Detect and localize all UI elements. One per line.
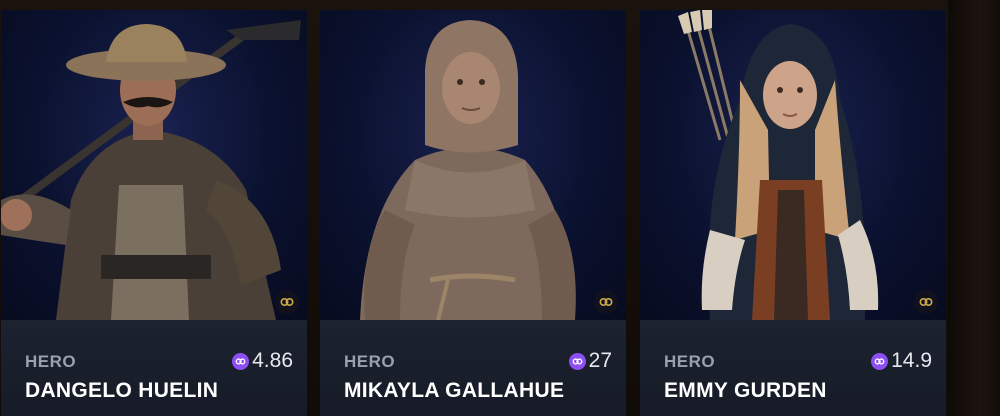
hero-name[interactable]: EMMY GURDEN xyxy=(664,379,827,403)
hero-card[interactable]: HERO 27 MIKAYLA GALLAHUE xyxy=(320,10,626,416)
hero-portrait-image xyxy=(1,10,307,320)
hero-card[interactable]: HERO 4.86 DANGELO HUELIN xyxy=(1,10,307,416)
chain-icon xyxy=(594,290,618,314)
hero-card[interactable]: HERO 14.9 EMMY GURDEN xyxy=(640,10,946,416)
hero-card-info: HERO 4.86 DANGELO HUELIN xyxy=(1,320,307,416)
hero-name[interactable]: DANGELO HUELIN xyxy=(25,379,218,403)
chain-icon xyxy=(914,290,938,314)
hero-portrait-image xyxy=(640,10,946,320)
polygon-matic-icon xyxy=(568,352,586,370)
hero-price-value: 4.86 xyxy=(252,349,293,372)
polygon-matic-icon xyxy=(232,352,250,370)
hero-portrait-image xyxy=(320,10,626,320)
hero-role-label: HERO xyxy=(344,352,396,371)
hero-price: 14.9 xyxy=(871,349,932,373)
chain-icon xyxy=(275,290,299,314)
hero-card-info: HERO 14.9 EMMY GURDEN xyxy=(640,320,946,416)
hero-role-label: HERO xyxy=(664,352,716,371)
hero-role-label: HERO xyxy=(25,352,77,371)
hero-marketplace-row: HERO 4.86 DANGELO HUELIN HERO 27 MIKAYLA… xyxy=(0,0,1000,416)
hero-price: 27 xyxy=(568,349,612,373)
hero-price: 4.86 xyxy=(232,349,293,373)
hero-card-info: HERO 27 MIKAYLA GALLAHUE xyxy=(320,320,626,416)
hero-price-value: 27 xyxy=(588,349,612,372)
hero-name[interactable]: MIKAYLA GALLAHUE xyxy=(344,379,564,403)
hero-price-value: 14.9 xyxy=(891,349,932,372)
background-edge xyxy=(948,0,1000,416)
polygon-matic-icon xyxy=(871,352,889,370)
